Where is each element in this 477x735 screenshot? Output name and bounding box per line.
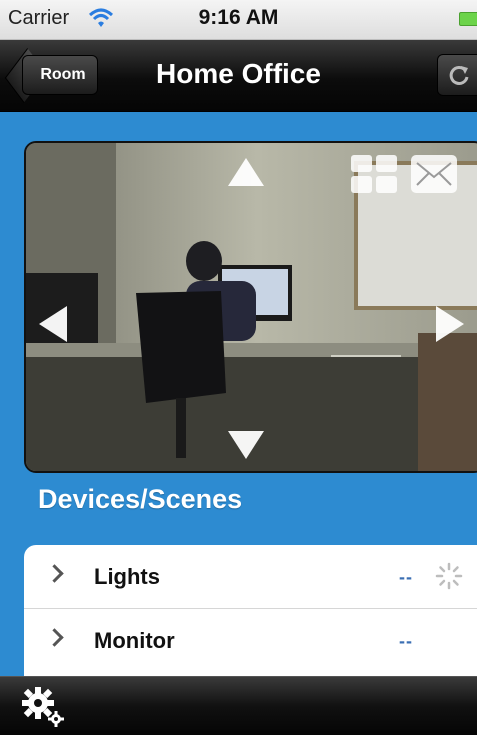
device-status: -- — [399, 631, 413, 651]
section-title: Devices/Scenes — [38, 484, 243, 514]
pan-left-button[interactable] — [36, 303, 70, 345]
camera-feed[interactable] — [24, 141, 477, 473]
pan-up-button[interactable] — [225, 155, 267, 189]
camera-image — [26, 143, 477, 471]
device-name: Monitor — [94, 628, 175, 653]
battery-icon — [459, 12, 477, 26]
grid-cell-icon — [376, 176, 397, 193]
refresh-button[interactable] — [437, 54, 477, 96]
loading-spinner-icon — [435, 562, 463, 590]
device-list: Lights -- Monitor -- — [24, 545, 477, 685]
nav-bar: Room Home Office — [0, 40, 477, 112]
bottom-toolbar — [0, 676, 477, 735]
page-title: Home Office — [156, 58, 321, 89]
list-item-lights[interactable]: Lights -- — [24, 545, 477, 609]
refresh-icon — [449, 65, 469, 85]
pan-right-button[interactable] — [433, 303, 467, 345]
grid-cell-icon — [351, 176, 372, 193]
list-item-monitor[interactable]: Monitor -- — [24, 609, 477, 673]
status-bar: Carrier 9:16 AM — [0, 0, 477, 40]
grid-view-button[interactable] — [351, 155, 397, 193]
grid-cell-icon — [376, 155, 397, 172]
chevron-right-icon — [45, 628, 64, 647]
clock: 9:16 AM — [198, 6, 279, 29]
device-status: -- — [399, 567, 413, 587]
settings-gears-icon[interactable] — [20, 683, 68, 731]
chevron-right-icon — [45, 564, 64, 583]
pan-down-button[interactable] — [225, 428, 267, 462]
grid-cell-icon — [351, 155, 372, 172]
email-button[interactable] — [411, 155, 457, 193]
envelope-icon — [416, 162, 452, 186]
device-name: Lights — [94, 564, 160, 589]
